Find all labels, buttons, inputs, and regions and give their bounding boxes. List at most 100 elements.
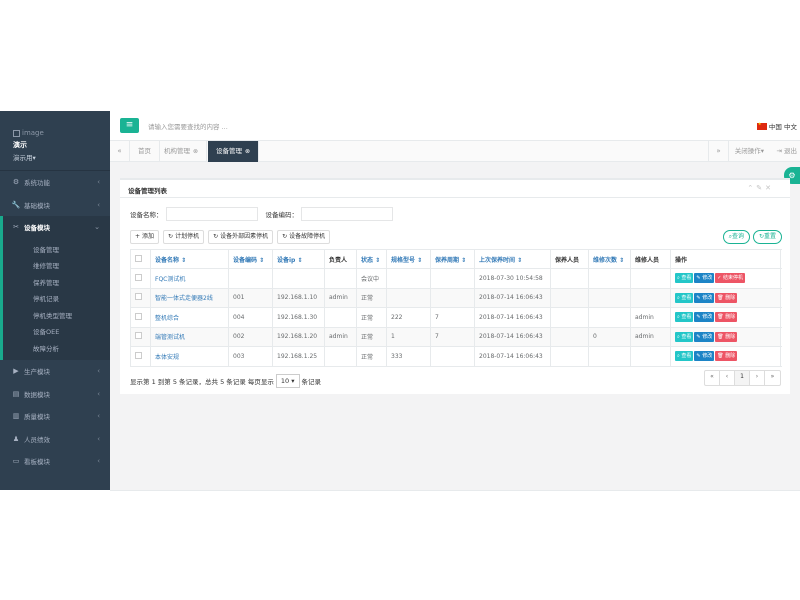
cell-status: 会议中: [356, 268, 387, 289]
device-name-cell[interactable]: 整机综合: [150, 307, 229, 328]
sidebar-item-0[interactable]: ⚙ 系统功能 ‹: [0, 171, 110, 194]
refresh-icon: ↻: [213, 233, 219, 240]
column-header[interactable]: 上次保养时间 ⇕: [474, 249, 551, 269]
close-icon[interactable]: ⊗: [193, 148, 198, 155]
column-header[interactable]: 状态 ⇕: [356, 249, 387, 269]
edit-button[interactable]: ✎ 修改: [694, 312, 715, 323]
tab-org-management[interactable]: 机构管理 ⊗: [156, 141, 208, 162]
device-name-cell[interactable]: 本体安规: [150, 346, 229, 367]
row-select-cell[interactable]: [130, 346, 151, 367]
device-name-cell[interactable]: 智能一体式走便器2线: [150, 287, 229, 308]
close-operations-dropdown[interactable]: 关闭操作▾: [727, 141, 770, 162]
row-checkbox[interactable]: [135, 293, 142, 301]
view-button[interactable]: ⌕ 查看: [675, 312, 694, 323]
column-header[interactable]: 设备ip ⇕: [272, 249, 325, 269]
row-select-cell[interactable]: [130, 307, 151, 328]
row-select-cell[interactable]: [130, 287, 151, 308]
device-name-link[interactable]: 智能一体式走便器2线: [155, 295, 213, 302]
planned-stop-button[interactable]: ↻ 计划停机: [163, 230, 205, 244]
row-checkbox[interactable]: [135, 332, 142, 340]
menu-toggle-button[interactable]: ≡: [120, 118, 139, 133]
device-name-input[interactable]: [165, 207, 258, 221]
next-page-button[interactable]: ›: [750, 371, 765, 385]
delete-button[interactable]: 🗑 删除: [715, 312, 738, 323]
sidebar-item-4[interactable]: ▤ 数据模块 ‹: [0, 383, 110, 406]
device-name-cell[interactable]: 端管测试机: [150, 326, 229, 347]
submenu-item[interactable]: 设备OEE: [3, 323, 110, 340]
fault-stop-button[interactable]: ↻ 设备故障停机: [277, 230, 331, 244]
sidebar-item-7[interactable]: ▭ 看板模块 ‹: [0, 450, 110, 473]
user-role-dropdown[interactable]: 演示用▾: [13, 152, 110, 162]
submenu-item[interactable]: 设备管理: [3, 241, 110, 258]
device-name-link[interactable]: 端管测试机: [155, 334, 185, 341]
page-size-select[interactable]: 10 ▾: [275, 374, 300, 388]
column-header[interactable]: 设备名称 ⇕: [150, 249, 229, 269]
sort-icon: ⇕: [259, 256, 265, 264]
logout-button[interactable]: ⇥ 退出: [776, 141, 797, 162]
row-select-cell[interactable]: [130, 268, 151, 289]
row-select-cell[interactable]: [130, 326, 151, 347]
close-icon[interactable]: ✕: [765, 184, 774, 192]
edit-button[interactable]: ✎ 修改: [694, 331, 715, 342]
cell-repairer: admin: [630, 307, 671, 328]
submenu-item[interactable]: 故障分析: [3, 340, 110, 357]
sidebar-item-1[interactable]: 🔧 基础模块 ‹: [0, 194, 110, 217]
edit-button[interactable]: ✎ 修改: [694, 351, 715, 362]
language-selector[interactable]: 中国 中文: [756, 121, 797, 131]
trash-icon: 🗑: [717, 333, 724, 340]
search-input[interactable]: 请输入您需要查找的内容 ...: [148, 121, 228, 131]
column-header[interactable]: 维修次数 ⇕: [588, 249, 631, 269]
device-name-link[interactable]: FQC测试机: [155, 276, 185, 283]
wrench-icon[interactable]: ✎: [756, 184, 765, 192]
sidebar-item-3[interactable]: ▶ 生产模块 ‹: [0, 360, 110, 383]
column-header[interactable]: 规格型号 ⇕: [386, 249, 431, 269]
select-all-cell[interactable]: [130, 249, 151, 269]
last-page-button[interactable]: »: [765, 371, 780, 385]
tab-scroll-right-button[interactable]: »: [708, 141, 728, 162]
collapse-icon[interactable]: ⌃: [747, 184, 756, 192]
submenu-item[interactable]: 停机类型管理: [3, 307, 110, 324]
device-code-input[interactable]: [301, 207, 393, 221]
sidebar-item-label: 人员绩效: [24, 435, 50, 444]
device-name-link[interactable]: 整机综合: [155, 315, 179, 322]
view-button[interactable]: ⌕ 查看: [675, 273, 694, 284]
search-icon: ⌕: [677, 353, 680, 360]
device-name-cell[interactable]: FQC测试机: [150, 268, 229, 289]
sidebar-item-label: 数据模块: [24, 390, 50, 399]
close-icon[interactable]: ⊗: [245, 148, 250, 155]
column-header[interactable]: 设备编码 ⇕: [228, 249, 273, 269]
sidebar-item-6[interactable]: ♟ 人员绩效 ‹: [0, 428, 110, 451]
reset-button[interactable]: ↻重置: [752, 230, 782, 244]
submenu-item[interactable]: 停机记录: [3, 290, 110, 307]
submenu-item[interactable]: 维修管理: [3, 257, 110, 274]
delete-button[interactable]: 🗑 删除: [715, 331, 738, 342]
prev-page-button[interactable]: ‹: [720, 371, 735, 385]
add-button[interactable]: + 添加: [130, 230, 160, 244]
delete-button[interactable]: 🗑 删除: [715, 292, 738, 303]
external-stop-button[interactable]: ↻ 设备外部因素停机: [208, 230, 274, 244]
select-all-checkbox[interactable]: [135, 254, 142, 262]
device-name-link[interactable]: 本体安规: [155, 354, 179, 361]
sidebar-item-2[interactable]: ✂ 设备模块 ⌄: [0, 216, 110, 239]
first-page-button[interactable]: «: [705, 371, 720, 385]
tab-scroll-left-button[interactable]: «: [110, 141, 130, 162]
row-checkbox[interactable]: [135, 312, 142, 320]
page-number-button[interactable]: 1: [735, 371, 750, 385]
tab-device-management[interactable]: 设备管理 ⊗: [208, 141, 260, 162]
view-button[interactable]: ⌕ 查看: [675, 351, 694, 362]
sidebar-item-5[interactable]: ▥ 质量模块 ‹: [0, 405, 110, 428]
row-checkbox[interactable]: [135, 351, 142, 359]
edit-button[interactable]: ✎ 修改: [694, 273, 715, 284]
view-button[interactable]: ⌕ 查看: [675, 331, 694, 342]
row-checkbox[interactable]: [135, 273, 142, 281]
column-header[interactable]: 保养周期 ⇕: [430, 249, 475, 269]
submenu-item[interactable]: 保养管理: [3, 274, 110, 291]
action-label: 查看: [681, 353, 692, 360]
delete-button[interactable]: 🗑 删除: [715, 351, 738, 362]
sign-out-icon: ⇥: [776, 147, 782, 155]
database-icon: ▤: [12, 389, 20, 398]
view-button[interactable]: ⌕ 查看: [675, 292, 694, 303]
edit-button[interactable]: ✎ 修改: [694, 292, 715, 303]
search-button[interactable]: ⌕查询: [722, 230, 750, 244]
end-stop-button[interactable]: ✓ 结束停机: [715, 273, 746, 284]
